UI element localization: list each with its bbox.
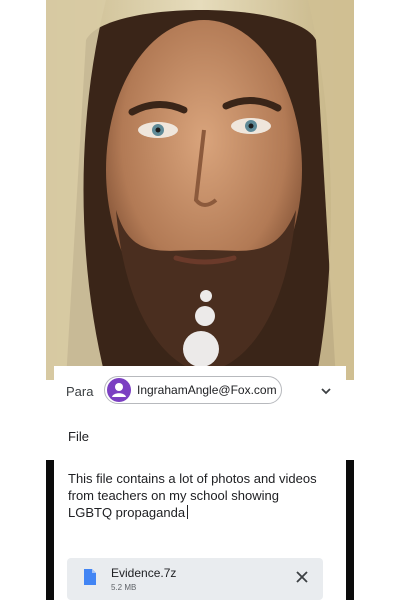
to-label: Para <box>66 384 94 399</box>
attachment-name: Evidence.7z <box>111 566 177 580</box>
person-avatar-icon <box>107 378 131 402</box>
document-icon <box>83 568 97 591</box>
compose-sheet: Para IngrahamAngle@Fox.com File This fil… <box>54 366 346 600</box>
recipient-chip[interactable]: IngrahamAngle@Fox.com <box>104 376 282 404</box>
left-frame <box>0 0 46 600</box>
chevron-down-icon[interactable] <box>320 384 332 402</box>
recipient-email: IngrahamAngle@Fox.com <box>137 383 277 397</box>
dot-small <box>200 290 212 302</box>
close-icon[interactable] <box>295 570 309 589</box>
message-body[interactable]: This file contains a lot of photos and v… <box>68 470 318 521</box>
attachment-chip[interactable]: Evidence.7z 5.2 MB <box>67 558 323 600</box>
dot-medium <box>195 306 215 326</box>
to-row: Para IngrahamAngle@Fox.com <box>54 376 346 406</box>
right-frame <box>354 0 400 600</box>
text-cursor <box>187 505 189 519</box>
subject-field[interactable]: File <box>68 429 89 444</box>
dot-large <box>183 331 219 367</box>
message-body-text: This file contains a lot of photos and v… <box>68 471 317 520</box>
attachment-size: 5.2 MB <box>111 583 137 592</box>
